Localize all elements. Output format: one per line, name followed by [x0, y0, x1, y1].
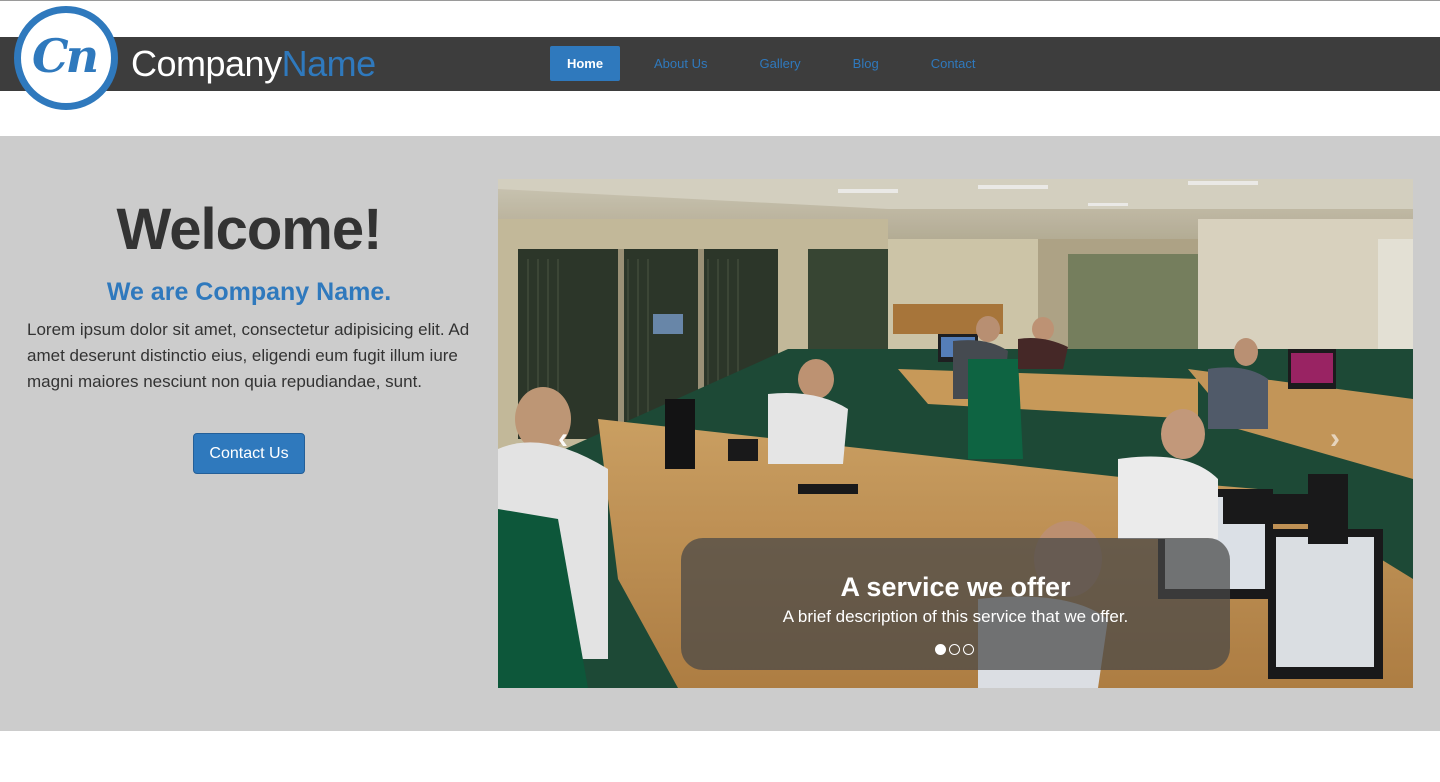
nav-blog[interactable]: Blog [853, 46, 879, 81]
brand-name-part1: Company [131, 43, 282, 84]
image-carousel[interactable]: ‹ › A service we offer A brief descripti… [498, 179, 1413, 688]
carousel-indicators [935, 644, 974, 655]
carousel-indicator-2[interactable] [949, 644, 960, 655]
welcome-heading: Welcome! [116, 197, 383, 262]
brand-name-part2: Name [281, 43, 377, 84]
top-border [0, 0, 1440, 1]
carousel-next-icon[interactable]: › [1330, 424, 1340, 454]
hero-section: Welcome! We are Company Name. Lorem ipsu… [0, 136, 1440, 731]
carousel-indicator-3[interactable] [963, 644, 974, 655]
nav-contact[interactable]: Contact [931, 46, 976, 81]
brand-name[interactable]: CompanyName [131, 42, 376, 86]
welcome-text: Lorem ipsum dolor sit amet, consectetur … [27, 320, 470, 391]
welcome-subheading: We are Company Name. [106, 278, 392, 306]
welcome-panel: Welcome! We are Company Name. Lorem ipsu… [0, 136, 498, 731]
carousel-prev-icon[interactable]: ‹ [558, 424, 568, 454]
main-nav: Home About Us Gallery Blog Contact [550, 46, 976, 81]
contact-us-button[interactable]: Contact Us [193, 433, 305, 474]
logo-monogram: Cn [31, 29, 99, 83]
nav-home[interactable]: Home [550, 46, 620, 81]
carousel-caption: A service we offer A brief description o… [681, 538, 1230, 670]
caption-description: A brief description of this service that… [782, 607, 1129, 626]
carousel-indicator-1[interactable] [935, 644, 946, 655]
nav-gallery[interactable]: Gallery [759, 46, 800, 81]
company-logo[interactable]: Cn [14, 6, 118, 110]
nav-about-us[interactable]: About Us [654, 46, 707, 81]
caption-title: A service we offer [840, 572, 1071, 602]
